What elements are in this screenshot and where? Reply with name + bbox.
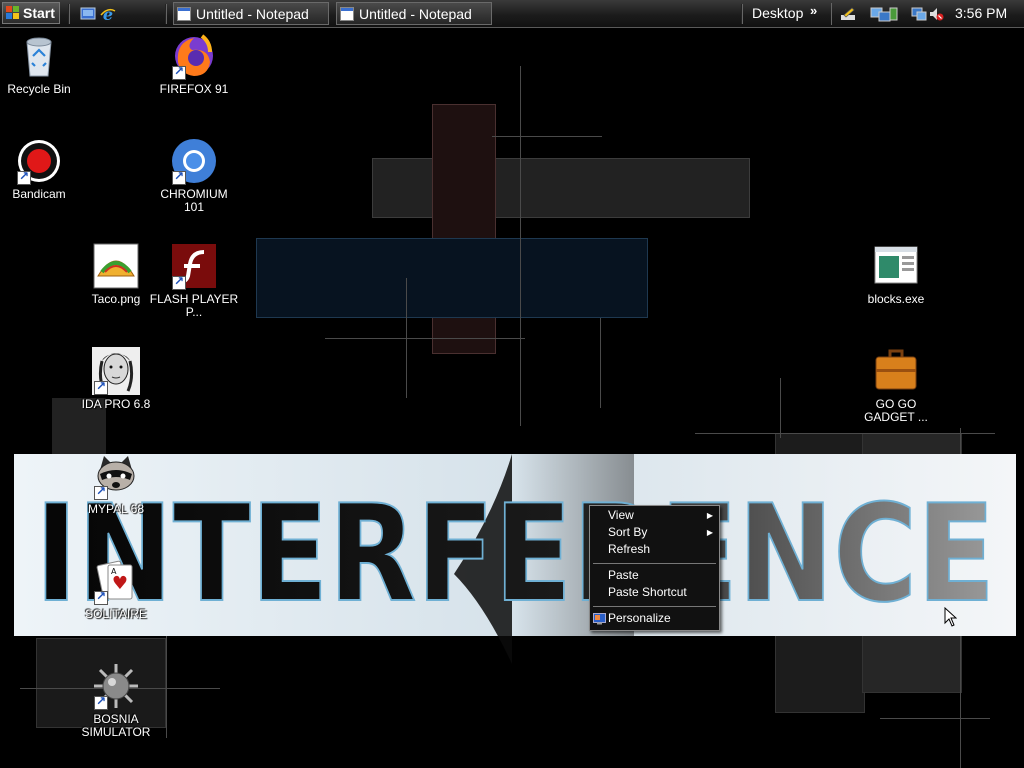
recycle-bin-icon bbox=[15, 32, 63, 80]
desktop-icon-label: FIREFOX 91 bbox=[159, 82, 229, 96]
task-label: Untitled - Notepad bbox=[359, 5, 472, 22]
desktop-icon-go-go-gadget[interactable]: GO GO GADGET ... bbox=[851, 347, 941, 424]
notepad-icon bbox=[340, 6, 354, 21]
taskbar-button-notepad-2[interactable]: Untitled - Notepad bbox=[336, 2, 492, 25]
shortcut-arrow-icon bbox=[172, 64, 186, 80]
desktop-icon-taco[interactable]: Taco.png bbox=[71, 242, 161, 306]
menu-item-label: Paste Shortcut bbox=[608, 585, 687, 599]
desktop-icon-mypal[interactable]: MYPAL 68 bbox=[71, 452, 161, 516]
shortcut-arrow-icon bbox=[94, 694, 108, 710]
internet-explorer-icon[interactable]: e bbox=[100, 6, 116, 22]
desktop-icon-solitaire[interactable]: ♥ A SOLITAIRE bbox=[71, 557, 161, 621]
menu-item-paste-shortcut[interactable]: Paste Shortcut bbox=[591, 584, 718, 601]
toolbar-grip[interactable] bbox=[741, 4, 743, 24]
desktop-icon-label: Taco.png bbox=[91, 292, 141, 306]
desktop-icon-label: blocks.exe bbox=[867, 292, 925, 306]
network-icon[interactable] bbox=[870, 6, 898, 22]
menu-item-paste[interactable]: Paste bbox=[591, 567, 718, 584]
raccoon-icon bbox=[92, 452, 140, 500]
ida-pro-portrait-icon bbox=[92, 347, 140, 395]
application-window-icon bbox=[872, 242, 920, 290]
desktop-toolbar-label[interactable]: Desktop bbox=[752, 5, 803, 21]
shortcut-arrow-icon bbox=[17, 169, 31, 185]
banner-text: INTERFERENCE bbox=[35, 476, 995, 632]
menu-item-label: Refresh bbox=[608, 542, 651, 556]
firefox-icon bbox=[170, 32, 218, 80]
desktop-icon-label: Recycle Bin bbox=[7, 82, 71, 96]
interference-banner: INTERFERENCE bbox=[14, 454, 1016, 664]
submenu-arrow-icon: ▶ bbox=[706, 511, 713, 520]
desktop-icon-firefox[interactable]: FIREFOX 91 bbox=[149, 32, 239, 96]
desktop-icon-ida-pro[interactable]: IDA PRO 6.8 bbox=[71, 347, 161, 411]
mouse-pointer-icon bbox=[944, 607, 957, 627]
personalize-icon bbox=[593, 612, 606, 625]
menu-item-view[interactable]: View ▶ bbox=[591, 507, 718, 524]
bandicam-record-icon bbox=[15, 137, 63, 185]
shortcut-arrow-icon bbox=[172, 169, 186, 185]
volume-muted-icon[interactable] bbox=[928, 6, 944, 22]
taskbar-button-notepad-1[interactable]: Untitled - Notepad bbox=[173, 2, 329, 25]
desktop-icon-bandicam[interactable]: Bandicam bbox=[0, 137, 84, 201]
svg-text:A: A bbox=[111, 567, 117, 576]
shortcut-arrow-icon bbox=[172, 274, 186, 290]
menu-separator bbox=[593, 606, 716, 607]
desktop-icon-label: IDA PRO 6.8 bbox=[81, 397, 151, 411]
desktop-context-menu: View ▶ Sort By ▶ Refresh Paste Paste Sho… bbox=[589, 505, 720, 631]
desktop-icon-bosnia-simulator[interactable]: BOSNIA SIMULATOR bbox=[71, 662, 161, 739]
chromium-icon bbox=[170, 137, 218, 185]
desktop-icon-recycle-bin[interactable]: Recycle Bin bbox=[0, 32, 84, 96]
taco-image-icon bbox=[92, 242, 140, 290]
show-desktop-icon[interactable] bbox=[80, 6, 96, 22]
desktop-icon-label: BOSNIA SIMULATOR bbox=[81, 712, 151, 739]
desktop-icon-label: CHROMIUM 101 bbox=[160, 187, 228, 214]
start-label: Start bbox=[23, 5, 55, 21]
desktop-icon-label: FLASH PLAYER P... bbox=[149, 292, 239, 319]
menu-separator bbox=[593, 563, 716, 564]
clock[interactable]: 3:56 PM bbox=[955, 5, 1007, 21]
desktop-icon-label: GO GO GADGET ... bbox=[864, 397, 928, 424]
desktop-icon-flash[interactable]: FLASH PLAYER P... bbox=[149, 242, 239, 319]
desktop-icon-chromium[interactable]: CHROMIUM 101 bbox=[149, 137, 239, 214]
svg-text:e: e bbox=[103, 6, 113, 22]
menu-item-label: Paste bbox=[608, 568, 639, 582]
briefcase-icon bbox=[872, 347, 920, 395]
tray-divider bbox=[831, 3, 832, 25]
menu-item-label: Sort By bbox=[608, 525, 648, 539]
toolbar-chevron[interactable]: » bbox=[810, 3, 817, 18]
menu-item-refresh[interactable]: Refresh bbox=[591, 541, 718, 558]
notepad-icon bbox=[177, 6, 191, 21]
desktop-icon-label: MYPAL 68 bbox=[87, 502, 145, 516]
menu-item-sort-by[interactable]: Sort By ▶ bbox=[591, 524, 718, 541]
playing-cards-icon: ♥ A bbox=[92, 557, 140, 605]
shortcut-arrow-icon bbox=[94, 379, 108, 395]
display-icon[interactable] bbox=[911, 6, 927, 22]
menu-item-label: View bbox=[608, 508, 634, 522]
menu-item-label: Personalize bbox=[608, 611, 671, 625]
menu-item-personalize[interactable]: Personalize bbox=[591, 610, 718, 627]
windows-logo-icon bbox=[6, 6, 20, 20]
toolbar-grip[interactable] bbox=[68, 4, 70, 24]
task-label: Untitled - Notepad bbox=[196, 5, 309, 22]
desktop-icon-blocks[interactable]: blocks.exe bbox=[851, 242, 941, 306]
taskbar: Start e Untitled - Notepad Untitled - No… bbox=[0, 0, 1024, 28]
start-button[interactable]: Start bbox=[2, 2, 60, 24]
submenu-arrow-icon: ▶ bbox=[706, 528, 713, 537]
shortcut-arrow-icon bbox=[94, 484, 108, 500]
shortcut-arrow-icon bbox=[94, 589, 108, 605]
toolbar-grip[interactable] bbox=[165, 4, 167, 24]
desktop-icon-label: Bandicam bbox=[12, 187, 66, 201]
spiked-mine-icon bbox=[92, 662, 140, 710]
pen-tablet-icon[interactable] bbox=[840, 6, 856, 22]
flash-player-icon bbox=[170, 242, 218, 290]
svg-text:♥: ♥ bbox=[112, 573, 128, 594]
desktop-icon-label: SOLITAIRE bbox=[85, 607, 147, 621]
